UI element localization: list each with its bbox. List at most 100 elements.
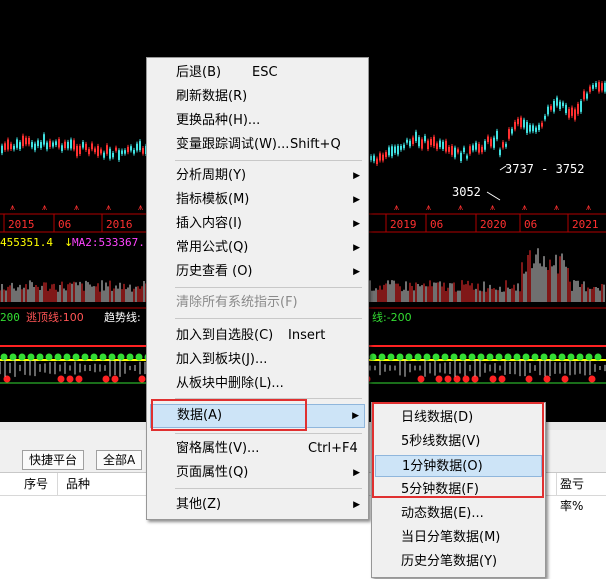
candle-body <box>103 152 105 158</box>
indicator-dot-red <box>498 375 506 383</box>
indicator-dot-red <box>417 375 425 383</box>
candle-body <box>529 125 531 132</box>
tab-quick-platform[interactable]: 快捷平台 <box>22 450 85 470</box>
menu-item-analysis-period[interactable]: 分析周期(Y) ▶ <box>150 165 365 187</box>
indicator-dot <box>18 353 26 361</box>
candle-body <box>559 101 561 109</box>
signal-marker: ⩚ <box>586 203 591 213</box>
candle-body <box>94 148 96 153</box>
menu-item-indicator-template[interactable]: 指标模板(M) ▶ <box>150 189 365 211</box>
signal-marker: ⩚ <box>522 203 527 213</box>
menu-item-remove-from-block[interactable]: 从板块中删除(L)... <box>150 373 365 395</box>
menu-item-label: 常用公式(Q) <box>176 240 249 255</box>
indicator-dot-red <box>111 375 119 383</box>
menu-item-label: 后退(B) <box>176 65 222 80</box>
menu-item-insert-content[interactable]: 插入内容(I) ▶ <box>150 213 365 235</box>
candle-body <box>436 143 438 150</box>
candle-body <box>556 97 558 106</box>
candle-body <box>67 141 69 149</box>
menu-item-label: 其他(Z) <box>176 497 222 512</box>
candle-body <box>595 83 597 88</box>
candle-body <box>76 145 78 157</box>
submenu-arrow-icon: ▶ <box>353 267 360 277</box>
candle-body <box>55 141 57 146</box>
menu-item-page-properties[interactable]: 页面属性(Q) ▶ <box>150 462 365 484</box>
menu-item-label: 加入到自选股(C) <box>176 328 274 343</box>
menu-item-other[interactable]: 其他(Z) ▶ <box>150 494 365 516</box>
candle-body <box>562 102 564 107</box>
candle-body <box>571 107 573 116</box>
candle-body <box>598 82 600 92</box>
candle-body <box>580 101 582 112</box>
candle-body <box>460 152 462 162</box>
indicator-dot-red <box>444 375 452 383</box>
candle-body <box>100 149 102 154</box>
signal-marker: ⩚ <box>74 203 79 213</box>
candle-body <box>568 108 570 118</box>
menu-item-change-symbol[interactable]: 更换品种(H)... <box>150 110 365 132</box>
menu-item-label: 更换品种(H)... <box>176 113 261 128</box>
highlight-box-data <box>151 399 307 431</box>
menu-item-shortcut: Ctrl+F4 <box>308 441 358 456</box>
menu-item-common-formulas[interactable]: 常用公式(Q) ▶ <box>150 237 365 259</box>
column-header-profit-rate[interactable]: 盈亏率% <box>560 473 606 513</box>
menu-item-pane-properties[interactable]: 窗格属性(V)... Ctrl+F4 <box>150 438 365 460</box>
indicator-dot <box>522 353 530 361</box>
candle-body <box>577 103 579 114</box>
candle-body <box>373 155 375 162</box>
price-low-label: 3052 <box>452 185 481 199</box>
indicator-dot <box>108 353 116 361</box>
menu-item-variable-debug[interactable]: 变量跟踪调试(W)... Shift+Q <box>150 134 365 156</box>
indicator-dot <box>441 353 449 361</box>
indicator-dot-red <box>543 375 551 383</box>
candle-body <box>52 142 54 147</box>
candle-body <box>43 134 45 145</box>
candle-body <box>82 141 84 148</box>
submenu-item-label: 历史分笔数据(Y) <box>401 554 498 569</box>
candle-body <box>406 139 408 143</box>
submenu-item-history-tick-data[interactable]: 历史分笔数据(Y) <box>375 551 542 573</box>
candle-body <box>127 146 129 153</box>
submenu-item-dynamic-data[interactable]: 动态数据(E)... <box>375 503 542 525</box>
column-header-index[interactable]: 序号 <box>24 473 48 495</box>
indicator-dot-red <box>471 375 479 383</box>
candle-body <box>91 143 93 150</box>
candle-body <box>541 122 543 127</box>
menu-item-refresh[interactable]: 刷新数据(R) <box>150 86 365 108</box>
indicator-dot <box>369 353 377 361</box>
ma-value: 455351.4 <box>0 236 53 249</box>
candle-body <box>472 145 474 151</box>
menu-item-label: 从板块中删除(L)... <box>176 376 284 391</box>
candle-body <box>88 149 90 155</box>
indicator-dot <box>387 353 395 361</box>
submenu-item-today-tick-data[interactable]: 当日分笔数据(M) <box>375 527 542 549</box>
candle-body <box>463 147 465 153</box>
candle-body <box>49 140 51 147</box>
indicator-dot <box>450 353 458 361</box>
candle-body <box>58 139 60 148</box>
menu-item-back[interactable]: 后退(B) ESC <box>150 62 365 84</box>
submenu-arrow-icon: ▶ <box>353 500 360 510</box>
menu-item-add-to-block[interactable]: 加入到板块(J)... <box>150 349 365 371</box>
highlight-box-submenu <box>372 402 544 498</box>
menu-item-add-watchlist[interactable]: 加入到自选股(C) Insert <box>150 325 365 347</box>
indicator-dot <box>585 353 593 361</box>
indicator-dot <box>432 353 440 361</box>
indicator-dot <box>54 353 62 361</box>
indicator-dot <box>90 353 98 361</box>
candle-body <box>106 145 108 154</box>
candle-body <box>97 145 99 156</box>
tab-all-a[interactable]: 全部A <box>96 450 143 470</box>
column-header-symbol[interactable]: 品种 <box>66 473 90 495</box>
candle-body <box>448 146 450 152</box>
menu-item-history-view[interactable]: 历史查看 (O) ▶ <box>150 261 365 283</box>
menu-item-label: 页面属性(Q) <box>176 465 249 480</box>
candle-body <box>385 152 387 158</box>
indicator-dot-red <box>66 375 74 383</box>
candle-body <box>112 152 114 158</box>
candle-body <box>421 139 423 149</box>
candle-body <box>478 143 480 153</box>
price-low-pointer <box>486 191 501 201</box>
candle-body <box>424 135 426 142</box>
candle-body <box>520 117 522 128</box>
